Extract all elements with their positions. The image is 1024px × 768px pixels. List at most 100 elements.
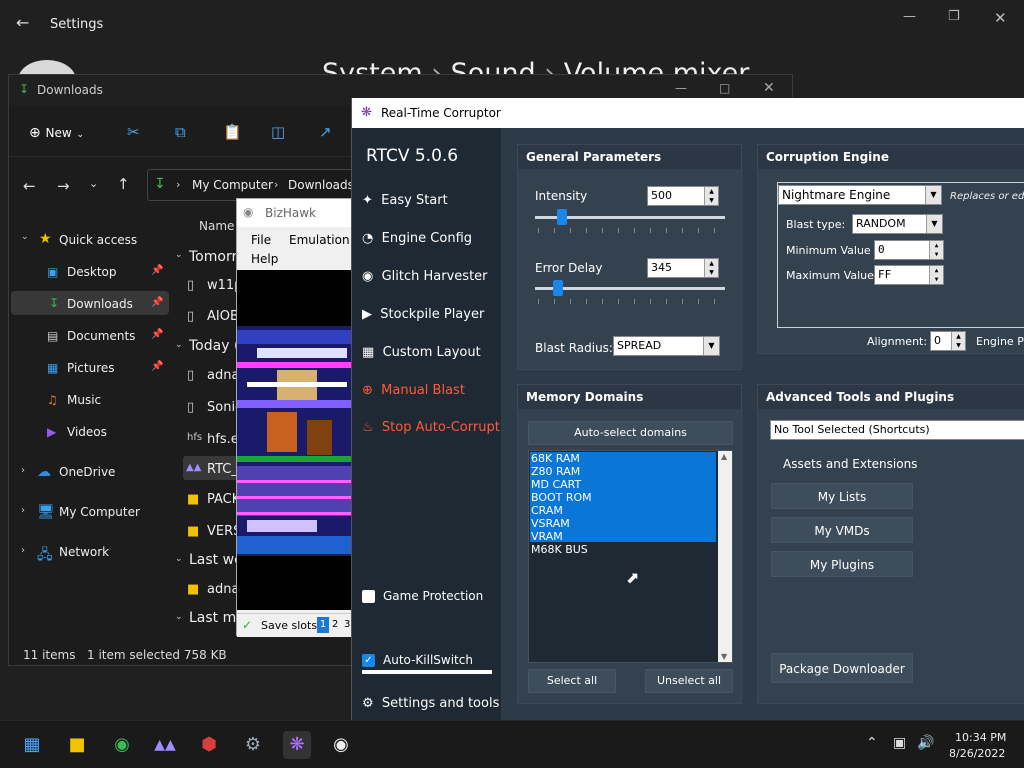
alignment-spinner[interactable]: ▲ ▼ bbox=[951, 332, 965, 350]
copy-icon[interactable]: ⧉ bbox=[175, 123, 186, 141]
memory-domain-list[interactable]: 68K RAM Z80 RAM MD CART BOOT ROM CRAM VS… bbox=[528, 450, 733, 663]
nav-desktop[interactable]: Desktop bbox=[67, 265, 117, 279]
address-bar[interactable]: ↧ › My Computer › Downloads bbox=[147, 169, 367, 201]
up-nav-icon[interactable]: ↑ bbox=[117, 175, 130, 193]
expand-icon[interactable]: ⌄ bbox=[21, 232, 29, 242]
paste-icon[interactable]: 📋 bbox=[223, 123, 242, 141]
list-item-vsram[interactable]: VSRAM bbox=[531, 517, 570, 530]
column-name-header[interactable]: Name bbox=[199, 219, 234, 233]
address-my-computer[interactable]: My Computer bbox=[192, 178, 273, 192]
settings-app-icon[interactable]: ⚙ bbox=[239, 731, 267, 759]
game-protection-checkbox[interactable] bbox=[362, 590, 375, 603]
file-explorer-icon[interactable]: ■ bbox=[63, 731, 91, 759]
error-delay-input[interactable]: 345 ▲ ▼ bbox=[647, 258, 719, 278]
engine-select[interactable]: Nightmare Engine ▼ bbox=[778, 185, 942, 205]
minimum-value-input[interactable]: 0 ▲ ▼ bbox=[874, 240, 944, 260]
nav-documents[interactable]: Documents bbox=[67, 329, 135, 343]
maximize-icon[interactable]: ❐ bbox=[948, 9, 960, 24]
settings-tools-button[interactable]: ⚙ Settings and tools bbox=[362, 696, 499, 711]
manual-blast-button[interactable]: ⊕ Manual Blast bbox=[362, 383, 465, 398]
nav-engine-config[interactable]: ◔ Engine Config bbox=[362, 231, 472, 246]
nav-videos[interactable]: Videos bbox=[67, 425, 107, 439]
intensity-slider[interactable] bbox=[556, 209, 567, 225]
minimum-value-spinner[interactable]: ▲ ▼ bbox=[929, 241, 943, 259]
package-icon[interactable]: ⬢ bbox=[195, 731, 223, 759]
maximum-value-input[interactable]: FF ▲ ▼ bbox=[874, 265, 944, 285]
nav-glitch-harvester[interactable]: ◉ Glitch Harvester bbox=[362, 269, 488, 284]
error-delay-slider[interactable] bbox=[553, 280, 563, 296]
select-all-button[interactable]: Select all bbox=[528, 669, 616, 693]
volume-icon[interactable]: 🔊 bbox=[917, 735, 934, 751]
intensity-spinner[interactable]: ▲ ▼ bbox=[704, 187, 718, 205]
list-item-cram[interactable]: CRAM bbox=[531, 504, 563, 517]
save-slot-2[interactable]: 2 bbox=[332, 619, 338, 630]
nav-stockpile-player[interactable]: ▶ Stockpile Player bbox=[362, 307, 484, 322]
blast-type-select[interactable]: RANDOM ▼ bbox=[852, 214, 943, 234]
list-item-boot-rom[interactable]: BOOT ROM bbox=[531, 491, 592, 504]
nav-downloads[interactable]: Downloads bbox=[67, 297, 133, 311]
intensity-input[interactable]: 500 ▲ ▼ bbox=[647, 186, 719, 206]
cut-icon[interactable]: ✂ bbox=[127, 123, 140, 141]
auto-killswitch-checkbox[interactable]: ✓ bbox=[362, 654, 375, 667]
clock-date[interactable]: 8/26/2022 bbox=[949, 747, 1005, 760]
explorer-minimize-icon[interactable]: — bbox=[675, 81, 687, 95]
expand-icon[interactable]: › bbox=[21, 465, 25, 476]
pin-icon[interactable]: 📌 bbox=[151, 329, 163, 340]
nav-easy-start[interactable]: ✦ Easy Start bbox=[362, 193, 448, 208]
expand-icon[interactable]: › bbox=[21, 545, 25, 556]
list-item-68k-ram[interactable]: 68K RAM bbox=[531, 452, 580, 465]
group-collapse-icon[interactable]: ⌄ bbox=[175, 554, 183, 564]
game-screen[interactable] bbox=[237, 270, 353, 610]
auto-select-domains-button[interactable]: Auto-select domains bbox=[528, 421, 733, 445]
forward-nav-icon[interactable]: → bbox=[57, 177, 70, 195]
tool-select[interactable]: No Tool Selected (Shortcuts) bbox=[770, 420, 1024, 440]
unselect-all-button[interactable]: Unselect all bbox=[645, 669, 733, 693]
group-collapse-icon[interactable]: ⌄ bbox=[175, 250, 183, 260]
expand-icon[interactable]: › bbox=[21, 505, 25, 516]
scroll-up-icon[interactable]: ▲ bbox=[721, 452, 727, 461]
nav-onedrive[interactable]: OneDrive bbox=[59, 465, 115, 479]
nav-music[interactable]: Music bbox=[67, 393, 101, 407]
list-scrollbar[interactable]: ▲ ▼ bbox=[718, 451, 732, 662]
error-delay-spinner[interactable]: ▲ ▼ bbox=[704, 259, 718, 277]
package-downloader-button[interactable]: Package Downloader bbox=[771, 653, 913, 683]
nav-network[interactable]: Network bbox=[59, 545, 109, 559]
back-arrow-icon[interactable]: ← bbox=[16, 15, 29, 31]
bizhawk-taskbar-icon[interactable]: ◉ bbox=[327, 731, 355, 759]
alignment-input[interactable]: 0 ▲ ▼ bbox=[930, 331, 966, 351]
recent-chevron-icon[interactable]: ⌄ bbox=[89, 177, 98, 190]
blast-radius-select[interactable]: SPREAD ▼ bbox=[613, 336, 720, 356]
address-downloads[interactable]: Downloads bbox=[288, 178, 354, 192]
save-slot-3[interactable]: 3 bbox=[344, 619, 350, 630]
maximum-value-spinner[interactable]: ▲ ▼ bbox=[929, 266, 943, 284]
share-icon[interactable]: ↗ bbox=[319, 123, 332, 141]
group-collapse-icon[interactable]: ⌄ bbox=[175, 340, 183, 350]
pin-icon[interactable]: 📌 bbox=[151, 265, 163, 276]
nav-pictures[interactable]: Pictures bbox=[67, 361, 115, 375]
my-lists-button[interactable]: My Lists bbox=[771, 483, 913, 509]
nav-quick-access[interactable]: Quick access bbox=[59, 233, 137, 247]
my-vmds-button[interactable]: My VMDs bbox=[771, 517, 913, 543]
stop-auto-corrupt-button[interactable]: ♨ Stop Auto-Corrupt bbox=[362, 420, 500, 435]
tray-chevron-icon[interactable]: ⌃ bbox=[866, 735, 878, 751]
nav-custom-layout[interactable]: ▦ Custom Layout bbox=[362, 345, 481, 360]
start-icon[interactable]: ▦ bbox=[18, 731, 46, 759]
explorer-close-icon[interactable]: ✕ bbox=[763, 80, 775, 96]
network-tray-icon[interactable]: ▣ bbox=[893, 735, 906, 751]
my-plugins-button[interactable]: My Plugins bbox=[771, 551, 913, 577]
rtc-app-taskbar-icon[interactable]: ❋ bbox=[283, 731, 311, 759]
pin-icon[interactable]: 📌 bbox=[151, 361, 163, 372]
scroll-down-icon[interactable]: ▼ bbox=[721, 652, 727, 661]
explorer-maximize-icon[interactable]: □ bbox=[719, 81, 730, 95]
save-slot-1[interactable]: 1 bbox=[317, 617, 329, 633]
pin-icon[interactable]: 📌 bbox=[151, 297, 163, 308]
list-item-vram[interactable]: VRAM bbox=[531, 530, 563, 543]
back-nav-icon[interactable]: ← bbox=[23, 177, 36, 195]
close-icon[interactable]: ✕ bbox=[994, 9, 1007, 27]
menu-file[interactable]: File bbox=[251, 233, 271, 247]
rename-icon[interactable]: ◫ bbox=[271, 123, 285, 141]
menu-emulation[interactable]: Emulation bbox=[289, 233, 350, 247]
list-item-m68k-bus[interactable]: M68K BUS bbox=[531, 543, 588, 556]
list-item-md-cart[interactable]: MD CART bbox=[531, 478, 581, 491]
rtc-launcher-icon[interactable]: ▲▲ bbox=[151, 731, 179, 759]
